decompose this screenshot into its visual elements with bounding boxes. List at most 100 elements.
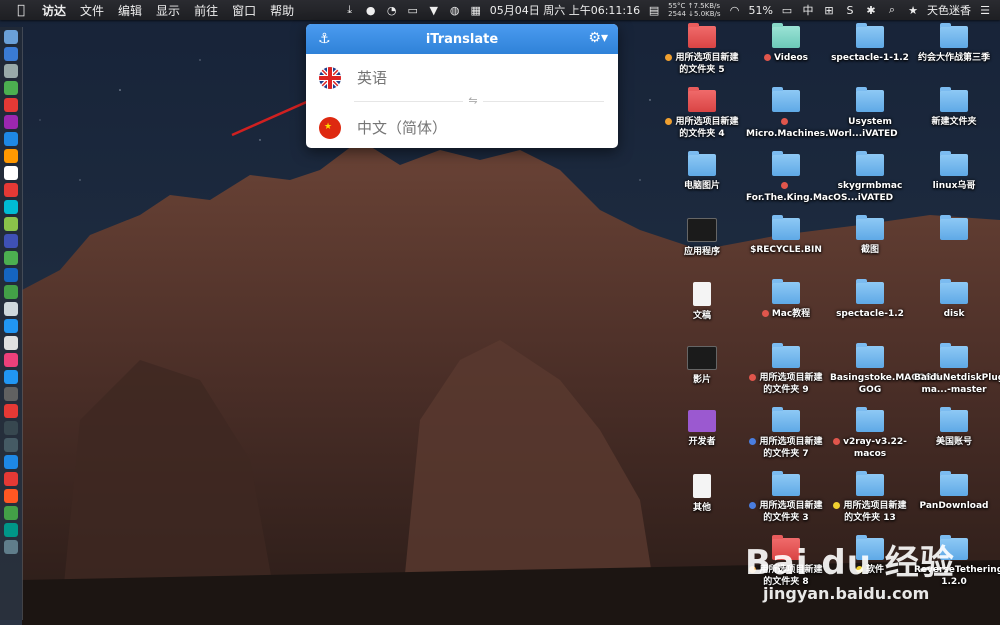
folder-icon[interactable] xyxy=(940,343,968,368)
notification-center-icon[interactable]: ☰ xyxy=(978,3,992,17)
star-icon[interactable]: ★ xyxy=(906,3,920,17)
desktop-item[interactable]: 用所选项目新建的文件夹 7 xyxy=(746,407,826,460)
source-text-input[interactable] xyxy=(355,68,579,88)
calendar-icon[interactable]: ▦ xyxy=(469,3,483,17)
anchor-icon[interactable]: ⚓ xyxy=(318,31,331,47)
dock-app-icon[interactable] xyxy=(4,81,18,95)
desktop-item[interactable]: PanDownload xyxy=(914,471,994,512)
desktop-item[interactable]: Mac教程 xyxy=(746,279,826,320)
dock-app-icon[interactable] xyxy=(4,149,18,163)
folder-icon[interactable] xyxy=(772,279,800,304)
desktop-item[interactable]: skygrmbmac xyxy=(830,151,910,192)
folder-icon[interactable] xyxy=(688,410,716,432)
dock-app-icon[interactable] xyxy=(4,200,18,214)
dock-app-icon[interactable] xyxy=(4,336,18,350)
desktop-item[interactable]: spectacle-1.2 xyxy=(830,279,910,320)
desktop-item[interactable]: 约会大作战第三季 xyxy=(914,23,994,64)
dock-app-icon[interactable] xyxy=(4,438,18,452)
dock-app-icon[interactable] xyxy=(4,217,18,231)
dock-app-icon[interactable] xyxy=(4,234,18,248)
folder-icon[interactable] xyxy=(772,151,800,176)
dock-app-icon[interactable] xyxy=(4,64,18,78)
desktop-item[interactable]: 其他 xyxy=(662,474,742,514)
document-icon[interactable] xyxy=(693,474,711,498)
dock-app-icon[interactable] xyxy=(4,523,18,537)
document-icon[interactable] xyxy=(693,282,711,306)
dock-app-icon[interactable] xyxy=(4,302,18,316)
menu-window[interactable]: 窗口 xyxy=(232,2,256,19)
dock-app-icon[interactable] xyxy=(4,183,18,197)
folder-icon[interactable] xyxy=(856,151,884,176)
desktop-item[interactable]: spectacle-1-1.2 xyxy=(830,23,910,64)
desktop-item[interactable]: 美国账号 xyxy=(914,407,994,448)
folder-icon[interactable] xyxy=(940,215,968,240)
desktop-item[interactable]: 用所选项目新建的文件夹 4 xyxy=(662,87,742,140)
folder-icon[interactable] xyxy=(856,343,884,368)
dock-app-icon[interactable] xyxy=(4,404,18,418)
desktop-item[interactable]: 开发者 xyxy=(662,410,742,448)
dock-app-icon[interactable] xyxy=(4,319,18,333)
desktop-item[interactable]: 影片 xyxy=(662,346,742,386)
monitor-icon[interactable]: ▭ xyxy=(406,3,420,17)
pages-icon[interactable]: ▤ xyxy=(647,3,661,17)
gauge-icon[interactable]: ◔ xyxy=(385,3,399,17)
desktop-item[interactable]: For.The.King.MacOS...iVATED xyxy=(746,151,893,204)
username[interactable]: 天色迷香 xyxy=(927,2,971,18)
folder-icon[interactable] xyxy=(772,215,800,240)
swap-icon[interactable]: ⇋ xyxy=(463,94,483,108)
wifi-icon[interactable]: ◠ xyxy=(728,3,742,17)
qq-icon[interactable]: ● xyxy=(364,3,378,17)
dock-app-icon[interactable] xyxy=(4,115,18,129)
desktop-item[interactable]: 截图 xyxy=(830,215,910,256)
desktop-item[interactable]: Videos xyxy=(746,23,826,64)
dock-app-icon[interactable] xyxy=(4,540,18,554)
gear-icon[interactable]: ⚙▾ xyxy=(588,30,608,46)
desktop-item[interactable] xyxy=(914,215,994,244)
bluetooth-icon[interactable]: ✱ xyxy=(864,3,878,17)
folder-icon[interactable] xyxy=(940,23,968,48)
folder-icon[interactable] xyxy=(856,215,884,240)
desktop-item[interactable]: Basingstoke.MACOSX-GOG xyxy=(830,343,942,396)
dock-app-icon[interactable] xyxy=(4,455,18,469)
menu-view[interactable]: 显示 xyxy=(156,2,180,19)
folder-icon[interactable] xyxy=(940,471,968,496)
dock-app-icon[interactable] xyxy=(4,268,18,282)
folder-icon[interactable] xyxy=(772,87,800,112)
folder-icon[interactable] xyxy=(940,279,968,304)
folder-icon[interactable] xyxy=(772,471,800,496)
dock-app-icon[interactable] xyxy=(4,370,18,384)
dock-app-icon[interactable] xyxy=(4,506,18,520)
input-method-icon[interactable]: 中 xyxy=(801,3,815,17)
menu-file[interactable]: 文件 xyxy=(80,2,104,19)
folder-icon[interactable] xyxy=(940,407,968,432)
desktop-item[interactable]: BaiduNetdiskPlugin-ma...-master xyxy=(914,343,1000,396)
dock-app-icon[interactable] xyxy=(4,421,18,435)
grid-icon[interactable]: ⊞ xyxy=(822,3,836,17)
spotlight-icon[interactable]: ⌕ xyxy=(885,3,899,17)
folder-icon[interactable] xyxy=(856,471,884,496)
download-icon[interactable]: ⤓ xyxy=(343,3,357,17)
dock-app-icon[interactable] xyxy=(4,387,18,401)
folder-icon[interactable] xyxy=(772,343,800,368)
folder-icon[interactable] xyxy=(687,346,717,370)
desktop-item[interactable]: 用所选项目新建的文件夹 5 xyxy=(662,23,742,76)
desktop-item[interactable]: 用所选项目新建的文件夹 3 xyxy=(746,471,826,524)
dock-app-icon[interactable] xyxy=(4,98,18,112)
dock-app-icon[interactable] xyxy=(4,166,18,180)
dock-app-icon[interactable] xyxy=(4,285,18,299)
desktop-item[interactable]: 用所选项目新建的文件夹 9 xyxy=(746,343,826,396)
notification-icon[interactable]: ▼ xyxy=(427,3,441,17)
folder-icon[interactable] xyxy=(772,23,800,48)
dock-app-icon[interactable] xyxy=(4,47,18,61)
folder-icon[interactable] xyxy=(856,23,884,48)
folder-icon[interactable] xyxy=(688,151,716,176)
menu-edit[interactable]: 编辑 xyxy=(118,2,142,19)
battery-percent[interactable]: 51% xyxy=(749,4,773,17)
folder-icon[interactable] xyxy=(688,87,716,112)
folder-icon[interactable] xyxy=(688,23,716,48)
desktop-item[interactable]: linux乌哥 xyxy=(914,151,994,192)
menu-help[interactable]: 帮助 xyxy=(270,2,294,19)
dock-app-icon[interactable] xyxy=(4,132,18,146)
dock-app-icon[interactable] xyxy=(4,30,18,44)
folder-icon[interactable] xyxy=(687,218,717,242)
